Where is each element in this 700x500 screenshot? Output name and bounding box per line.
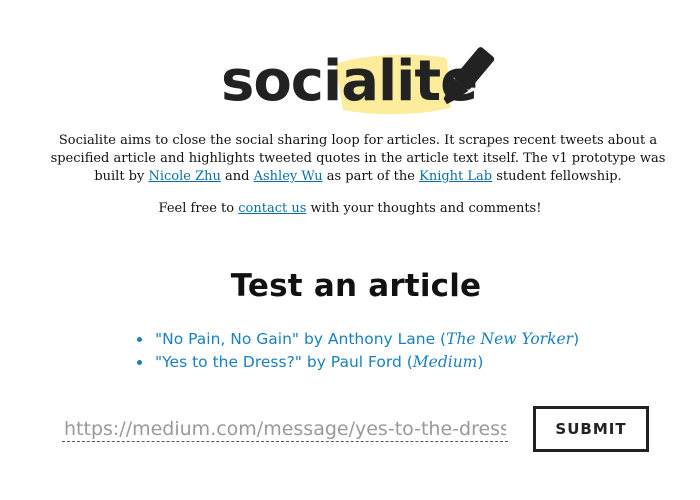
author-link-ashley[interactable]: Ashley Wu [254, 169, 323, 184]
intro-text-4: student fellowship. [492, 169, 622, 184]
contact-prefix: Feel free to [158, 201, 239, 216]
submit-button[interactable]: SUBMIT [533, 406, 649, 452]
knight-lab-link[interactable]: Knight Lab [419, 169, 492, 184]
sample-article-link[interactable]: "No Pain, No Gain" by Anthony Lane (The … [135, 328, 579, 351]
sample-articles-list: "No Pain, No Gain" by Anthony Lane (The … [135, 328, 579, 374]
article-publication: The New Yorker [446, 330, 574, 348]
author-link-nicole[interactable]: Nicole Zhu [148, 169, 220, 184]
intro-text-3: as part of the [322, 169, 420, 184]
article-close-paren: ) [573, 330, 580, 348]
logo-text: socialite [221, 49, 477, 114]
article-title: "Yes to the Dress?" by Paul Ford ( [155, 353, 413, 371]
bullet-icon [137, 337, 142, 342]
bullet-icon [137, 360, 142, 365]
article-publication: Medium [412, 353, 478, 371]
contact-paragraph: Feel free to contact us with your though… [0, 200, 700, 218]
intro-text-2: and [220, 169, 254, 184]
contact-suffix: with your thoughts and comments! [306, 201, 542, 216]
article-close-paren: ) [477, 353, 484, 371]
intro-paragraph: Socialite aims to close the social shari… [38, 132, 678, 186]
section-title: Test an article [230, 268, 482, 304]
contact-link[interactable]: contact us [238, 201, 306, 216]
sample-article-link[interactable]: "Yes to the Dress?" by Paul Ford (Medium… [135, 351, 579, 374]
article-url-input[interactable] [62, 416, 508, 442]
logo-image: socialite [221, 47, 495, 115]
logo: socialite [0, 36, 700, 122]
article-title: "No Pain, No Gain" by Anthony Lane ( [155, 330, 447, 348]
